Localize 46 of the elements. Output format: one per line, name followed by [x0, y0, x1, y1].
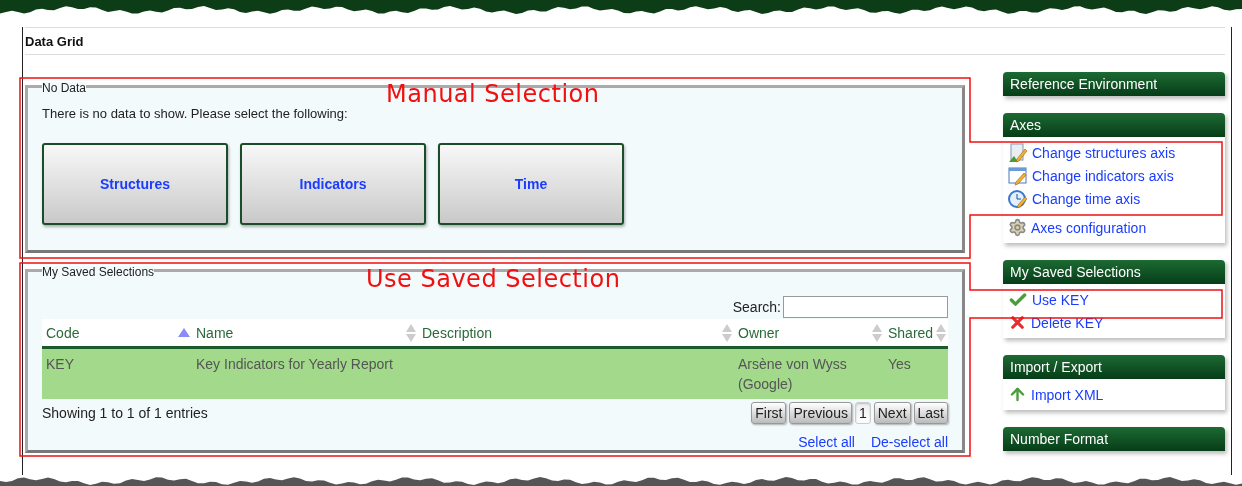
column-header[interactable]: Name: [192, 319, 418, 349]
sidebar-link[interactable]: Axes configuration: [1008, 216, 1221, 239]
search-field[interactable]: [783, 296, 948, 318]
window-pencil-icon: [1008, 165, 1028, 186]
column-header[interactable]: Code: [42, 319, 192, 349]
page-button[interactable]: 1: [854, 402, 871, 424]
panel-header: Import / Export: [1003, 355, 1225, 379]
page-button[interactable]: Previous: [789, 402, 852, 424]
table-cell: Key Indicators for Yearly Report: [192, 349, 418, 399]
table-cell: KEY: [42, 349, 192, 399]
clock-pencil-icon: [1008, 188, 1028, 209]
sidebar-link[interactable]: Change time axis: [1008, 187, 1221, 210]
selection-link[interactable]: Select all: [798, 434, 855, 450]
panel-header: Axes: [1003, 113, 1225, 137]
selection-link[interactable]: De-select all: [870, 434, 948, 450]
column-header[interactable]: Owner: [734, 319, 884, 349]
panel-legend: My Saved Selections: [42, 266, 155, 278]
page-button[interactable]: Last: [913, 402, 948, 424]
column-header[interactable]: Shared: [884, 319, 948, 349]
sidebar-link[interactable]: Change indicators axis: [1008, 164, 1221, 187]
sidebar-link[interactable]: Delete KEY: [1008, 311, 1221, 334]
page-title: Data Grid: [25, 33, 84, 49]
panel-header: Number Format: [1003, 427, 1225, 451]
table-cell: Yes: [884, 349, 948, 399]
page-button[interactable]: Next: [873, 402, 911, 424]
column-header[interactable]: Description: [418, 319, 734, 349]
panel-header: My Saved Selections: [1003, 260, 1225, 284]
document-pencil-icon: [1008, 142, 1028, 163]
sidebar-link[interactable]: Use KEY: [1008, 288, 1221, 311]
no-data-message: There is no data to show. Please select the following:: [42, 106, 349, 121]
gear-icon: [1008, 218, 1027, 237]
page-button[interactable]: First: [751, 402, 787, 424]
cross-icon: [1008, 313, 1027, 332]
sidebar-link[interactable]: Change structures axis: [1008, 141, 1221, 164]
selection-button[interactable]: Time: [438, 143, 624, 225]
selection-button[interactable]: Indicators: [240, 143, 426, 225]
panel-legend: No Data: [42, 82, 87, 94]
annotation-label: Manual Selection: [386, 80, 600, 108]
search-label: Search:: [732, 299, 781, 315]
arrow-up-icon: [1008, 385, 1027, 404]
selection-button[interactable]: Structures: [42, 143, 228, 225]
entries-info: Showing 1 to 1 of 1 entries: [42, 405, 208, 421]
annotation-label: Use Saved Selection: [366, 265, 621, 293]
table-cell: Arsène von Wyss (Google): [734, 349, 884, 399]
panel-header: Reference Environment: [1003, 72, 1225, 96]
sidebar-link[interactable]: Import XML: [1008, 383, 1221, 406]
